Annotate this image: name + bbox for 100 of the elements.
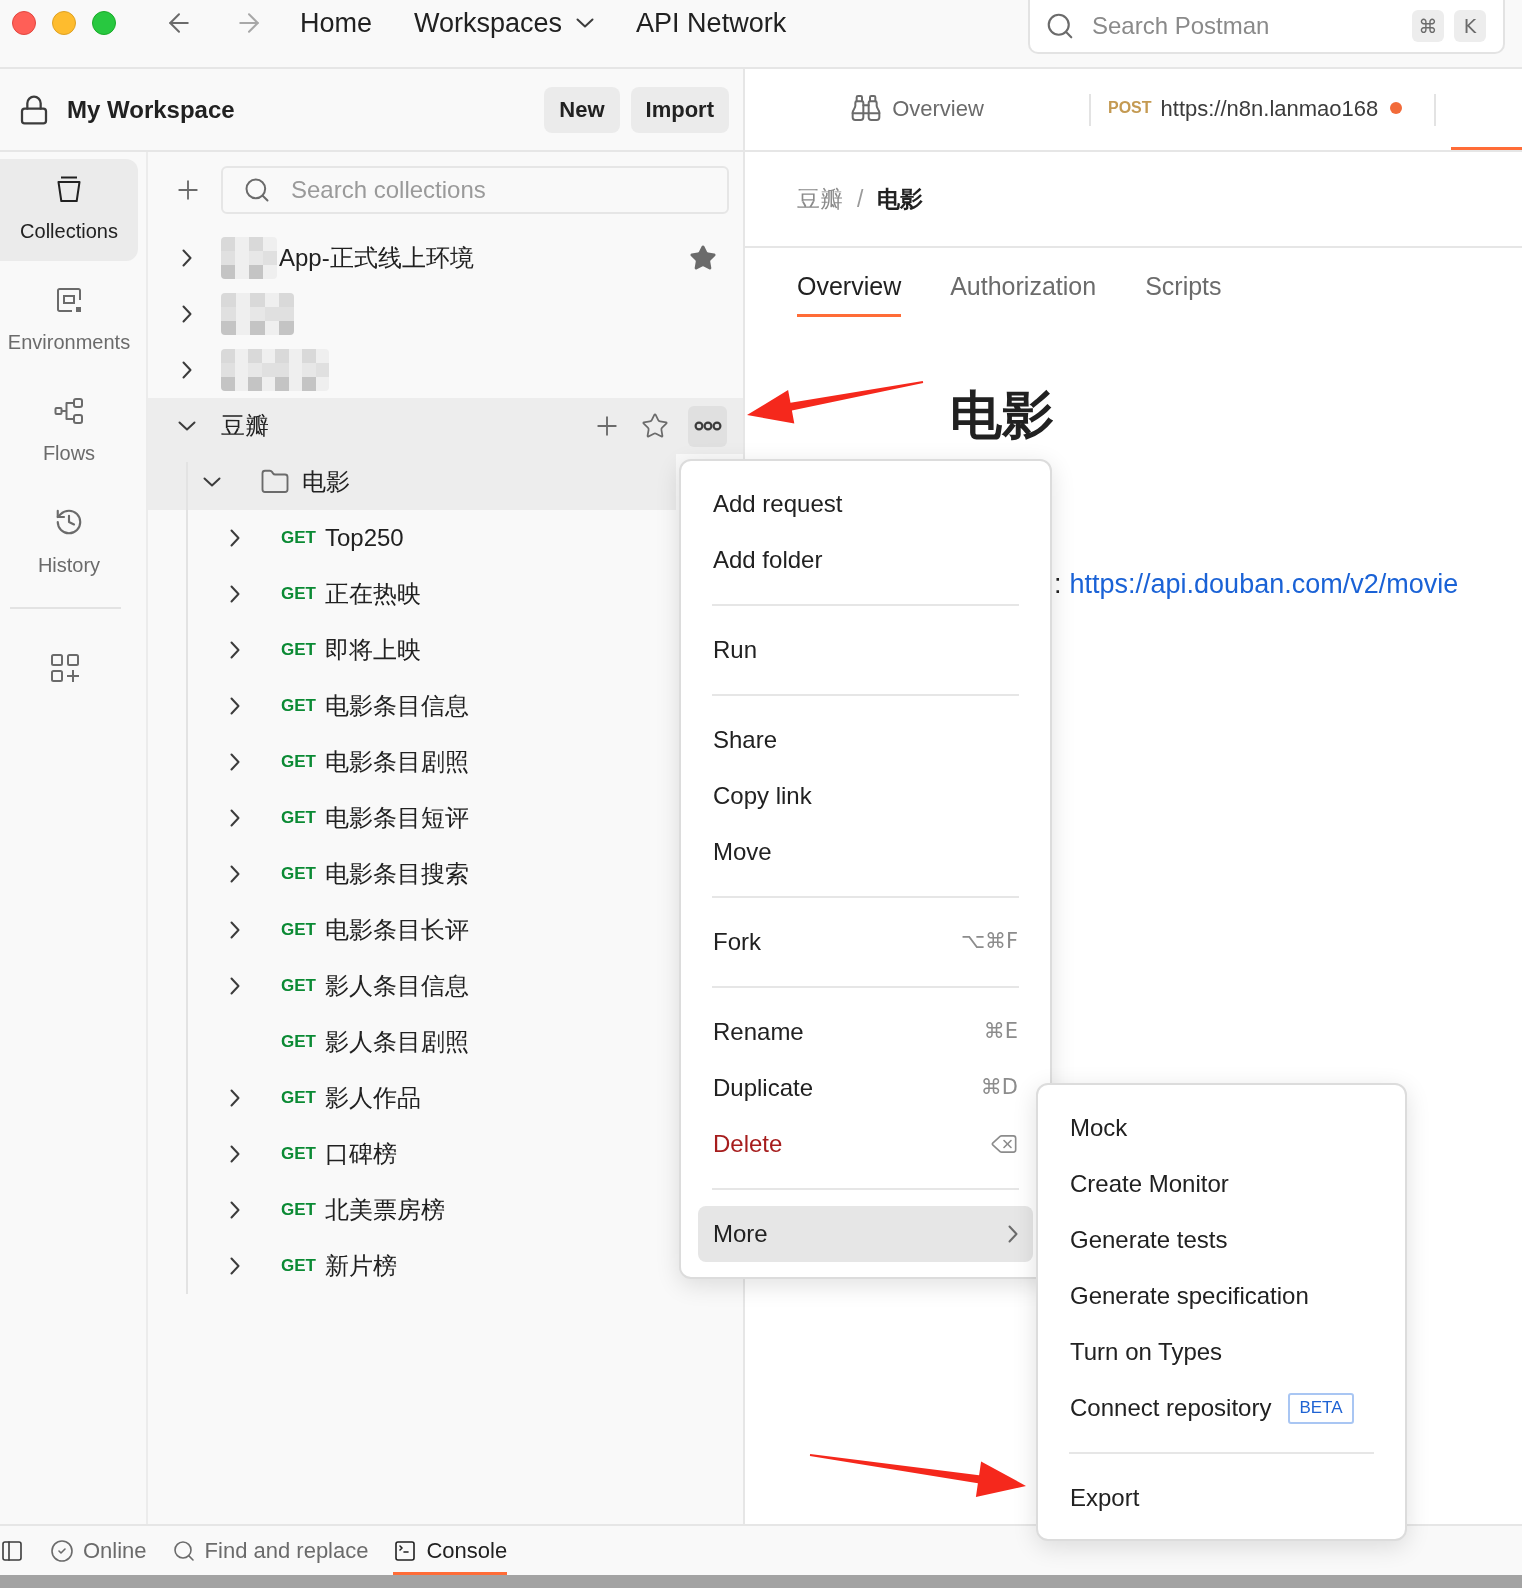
sidebar-tab[interactable]: History — [0, 492, 138, 594]
chevron-right-icon[interactable] — [230, 1145, 240, 1163]
beta-badge: BETA — [1288, 1392, 1354, 1424]
search-icon — [243, 176, 271, 204]
sidebar-tab[interactable]: Flows — [0, 381, 138, 483]
request-item[interactable]: GET 电影条目搜索 — [148, 846, 676, 902]
chevron-down-icon[interactable] — [178, 421, 196, 431]
tab[interactable]: Overview — [745, 69, 1089, 150]
method-label: GET — [281, 1199, 316, 1222]
window-close-icon[interactable] — [12, 11, 36, 35]
method-label: GET — [281, 751, 316, 774]
menu-item[interactable]: Generate specification — [1055, 1268, 1388, 1324]
menu-item[interactable]: Delete — [698, 1116, 1033, 1172]
chevron-right-icon[interactable] — [230, 585, 240, 603]
method-label: GET — [281, 975, 316, 998]
chevron-right-icon[interactable] — [182, 249, 192, 267]
request-item[interactable]: GET 北美票房榜 — [148, 1182, 676, 1238]
request-item[interactable]: GET 电影条目剧照 — [148, 734, 676, 790]
tab[interactable]: Authorization — [950, 271, 1097, 317]
menu-item[interactable]: Add folder — [698, 532, 1033, 588]
search-icon — [1045, 11, 1075, 41]
keyboard-shortcut: ⌘D — [980, 1074, 1018, 1102]
menu-item[interactable]: Mock — [1055, 1100, 1388, 1156]
url-link[interactable]: https://api.douban.com/v2/movie — [1069, 568, 1459, 600]
menu-item[interactable]: Move — [698, 824, 1033, 880]
menu-item[interactable]: Export — [1055, 1470, 1388, 1526]
tab[interactable]: POST https://n8n.lanmao168 — [1091, 69, 1434, 150]
nav-link[interactable]: Workspaces — [414, 2, 595, 44]
panel-left-icon[interactable] — [0, 1538, 24, 1563]
import-button[interactable]: Import — [630, 86, 729, 133]
menu-item[interactable]: Fork ⌥⌘F — [698, 914, 1033, 970]
chevron-down-icon[interactable] — [203, 477, 221, 487]
menu-item[interactable]: Turn on Types — [1055, 1324, 1388, 1380]
chevron-right-icon[interactable] — [182, 361, 192, 379]
menu-item[interactable]: Copy link — [698, 768, 1033, 824]
collection-heading: 电影 — [950, 389, 1054, 441]
sidebar-tab[interactable]: Collections — [0, 159, 138, 261]
breadcrumb-link[interactable]: 豆瓣 — [797, 181, 843, 217]
bucket-icon — [55, 174, 83, 203]
chevron-right-icon[interactable] — [230, 809, 240, 827]
chevron-right-icon[interactable] — [230, 697, 240, 715]
request-item[interactable]: GET 口碑榜 — [148, 1126, 676, 1182]
method-label: POST — [1108, 98, 1152, 118]
nav-link[interactable]: Home — [300, 2, 373, 44]
menu-item[interactable]: Duplicate ⌘D — [698, 1060, 1033, 1116]
chevron-right-icon[interactable] — [182, 305, 192, 323]
chevron-right-icon[interactable] — [230, 865, 240, 883]
method-label: GET — [281, 863, 316, 886]
chevron-right-icon[interactable] — [230, 1089, 240, 1107]
request-item[interactable]: GET 影人条目剧照 — [148, 1014, 676, 1070]
collection-item[interactable]: App-正式线上环境 — [148, 230, 743, 286]
chevron-right-icon[interactable] — [230, 921, 240, 939]
menu-item[interactable]: Add request — [698, 476, 1033, 532]
shortcut-key: ⌘ — [1412, 10, 1444, 42]
chevron-right-icon[interactable] — [230, 529, 240, 547]
chevron-right-icon[interactable] — [230, 641, 240, 659]
request-item[interactable]: GET 即将上映 — [148, 622, 676, 678]
keyboard-shortcut: ⌘E — [983, 1018, 1018, 1046]
breadcrumb-link[interactable]: 电影 — [877, 181, 924, 217]
menu-item[interactable]: Run — [698, 622, 1033, 678]
chevron-right-icon[interactable] — [230, 977, 240, 995]
panel-icon — [55, 285, 83, 314]
nav-link[interactable]: API Network — [636, 2, 787, 44]
method-label: GET — [281, 919, 316, 942]
more-options-button[interactable] — [688, 405, 727, 447]
shortcut-key: K — [1454, 10, 1486, 42]
method-label: GET — [281, 527, 316, 550]
window-maximize-icon[interactable] — [92, 11, 116, 35]
request-item[interactable]: GET 电影条目信息 — [148, 678, 676, 734]
menu-item[interactable]: More — [698, 1206, 1033, 1262]
search-field[interactable]: Search Postman ⌘ K — [1028, 0, 1505, 54]
status-bar-item[interactable]: Find and replace — [171, 1526, 369, 1575]
tab[interactable]: Scripts — [1145, 271, 1222, 317]
method-label: GET — [281, 1031, 316, 1054]
menu-item[interactable]: Share — [698, 712, 1033, 768]
method-label: GET — [281, 807, 316, 830]
star-icon[interactable] — [689, 244, 717, 272]
menu-item[interactable]: Generate tests — [1055, 1212, 1388, 1268]
new-button[interactable]: New — [544, 86, 620, 133]
menu-item[interactable]: Create Monitor — [1055, 1156, 1388, 1212]
request-item[interactable]: GET 正在热映 — [148, 566, 676, 622]
request-item[interactable]: GET 影人条目信息 — [148, 958, 676, 1014]
chevron-right-icon[interactable] — [230, 1201, 240, 1219]
sidebar-tab[interactable]: Environments — [0, 270, 138, 372]
request-item[interactable]: GET 电影条目短评 — [148, 790, 676, 846]
star-icon[interactable] — [641, 412, 669, 440]
method-label: GET — [281, 583, 316, 606]
menu-item[interactable]: Connect repository BETA — [1055, 1380, 1388, 1436]
grid-plus-icon[interactable] — [50, 653, 80, 683]
collection-item[interactable]: 豆瓣 — [148, 398, 743, 454]
chevron-right-icon[interactable] — [230, 1257, 240, 1275]
menu-item[interactable]: Rename ⌘E — [698, 1004, 1033, 1060]
request-item[interactable]: GET 电影条目长评 — [148, 902, 676, 958]
request-item[interactable]: GET 影人作品 — [148, 1070, 676, 1126]
chevron-right-icon[interactable] — [230, 753, 240, 771]
request-item[interactable]: GET Top250 — [148, 510, 676, 566]
tab[interactable]: Overview — [797, 271, 902, 317]
request-item[interactable]: GET 新片榜 — [148, 1238, 676, 1294]
folder-item[interactable]: 电影 — [148, 454, 676, 510]
status-bar-item[interactable]: Online — [50, 1526, 147, 1575]
